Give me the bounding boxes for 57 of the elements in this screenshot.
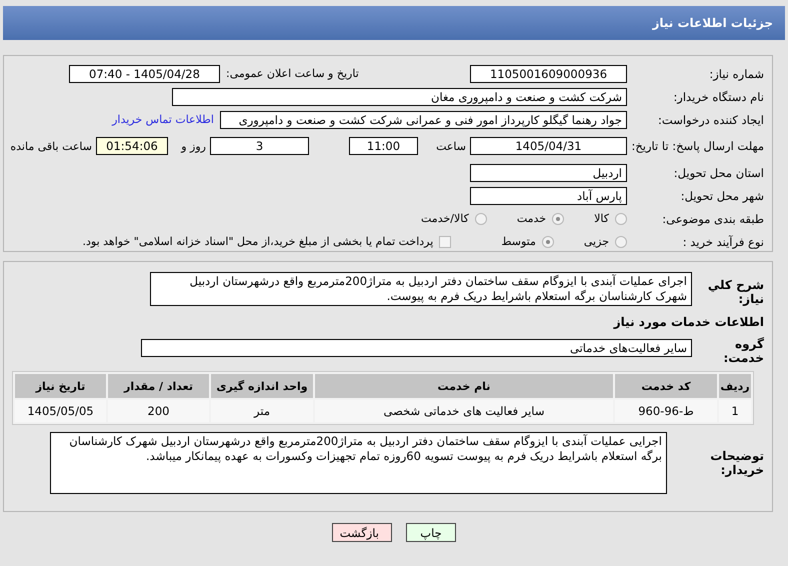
radio-button[interactable] — [552, 212, 564, 224]
field-label: روز و — [180, 140, 207, 152]
contact-link[interactable]: اطلاعات تماس خریدار — [112, 113, 214, 126]
field-label: ساعت باقی مانده — [9, 140, 93, 152]
table-cell: ط-96-960 — [615, 400, 717, 422]
field-label: ایجاد کننده درخواست: — [657, 112, 765, 126]
column-header: ردیف — [719, 374, 751, 398]
checkbox-label: پرداخت تمام یا بخشی از مبلغ خرید،از محل "اسناد خزانه اسلامی" خواهد بود. — [82, 235, 434, 248]
date-field: 1405/04/31 — [470, 137, 627, 155]
page-title: جزئیات اطلاعات نیاز — [652, 16, 773, 30]
column-header: واحد اندازه گیری — [211, 374, 313, 398]
column-header: تاریخ نیاز — [15, 374, 106, 398]
radio-button[interactable] — [615, 212, 627, 224]
field-label: تاریخ و ساعت اعلان عمومی: — [225, 67, 360, 80]
table-cell: متر — [211, 400, 313, 422]
notes-box: اجرایی عملیات آبندی با ایزوگام سقف ساختمان دفتر اردبیل به متراژ200مترمربع واقع درشهرستان اردبیل شهرک کارشناسان برگه استعلام باشرایط دریک فرم به پیوست تسویه 60روزه تمام تجهیزات وکسورات به عهده پیمانکار میباشد. — [50, 432, 667, 494]
field-label: شهر محل تحویل: — [680, 188, 765, 202]
field-label: ساعت — [435, 140, 467, 152]
radio-button[interactable] — [474, 212, 487, 224]
time-field: 11:00 — [349, 137, 418, 155]
remaining-time-field: 01:54:06 — [96, 137, 168, 155]
option-label: خدمت — [516, 212, 546, 225]
option-label: جزیی — [584, 235, 609, 248]
input-field: پارس آباد — [470, 186, 627, 204]
input-field: شرکت کشت و صنعت و دامپروری مغان — [172, 88, 627, 106]
section-title: اطلاعات خدمات مورد نیاز — [612, 314, 765, 331]
option-label: کالا/خدمت — [421, 212, 469, 225]
back-button[interactable]: بازگشت — [332, 523, 392, 542]
input-field: جواد رهنما گیگلو کارپرداز امور فنی و عمرانی شرکت کشت و صنعت و دامپروری — [220, 110, 627, 128]
field-label: گروه خدمت: — [722, 336, 765, 364]
checkbox[interactable] — [439, 236, 452, 248]
field-label: توضیحات خریدار: — [709, 449, 765, 477]
table-cell: 1 — [719, 400, 751, 422]
input-field: سایر فعالیت‌های خدماتی — [141, 338, 692, 356]
input-field: 1105001609000936 — [470, 64, 627, 82]
field-label: شماره نیاز: — [708, 66, 765, 80]
option-label: متوسط — [501, 235, 536, 248]
input-field: 1405/04/28 - 07:40 — [69, 64, 220, 82]
table-cell: 1405/05/05 — [15, 400, 106, 422]
field-label: نام دستگاه خریدار: — [672, 90, 765, 104]
column-header: تعداد / مقدار — [108, 374, 209, 398]
radio-button[interactable] — [615, 236, 627, 248]
radio-button[interactable] — [542, 236, 554, 248]
days-field: 3 — [210, 137, 309, 155]
print-button[interactable]: چاپ — [406, 523, 456, 542]
field-label: طبقه بندی موضوعی: — [661, 212, 765, 226]
field-label: شرح کلي نياز: — [706, 277, 765, 306]
description-box: اجرای عملیات آبندی با ایزوگام سقف ساختمان دفتر اردبیل به متراژ200مترمربع واقع درشهرستان اردبیل شهرک کارشناسان برگه استعلام باشرایط دریک فرم به پیوست. — [150, 272, 692, 306]
input-field: اردبیل — [470, 164, 627, 182]
table-cell: 200 — [108, 400, 209, 422]
column-header: نام خدمت — [315, 374, 613, 398]
field-label: استان محل تحویل: — [672, 166, 765, 180]
field-label: مهلت ارسال پاسخ: تا تاریخ: — [630, 139, 765, 153]
table-cell: سایر فعالیت های خدماتی شخصی — [315, 400, 613, 422]
column-header: کد خدمت — [615, 374, 717, 398]
field-label: نوع فرآیند خرید : — [682, 234, 765, 248]
option-label: کالا — [594, 212, 609, 225]
